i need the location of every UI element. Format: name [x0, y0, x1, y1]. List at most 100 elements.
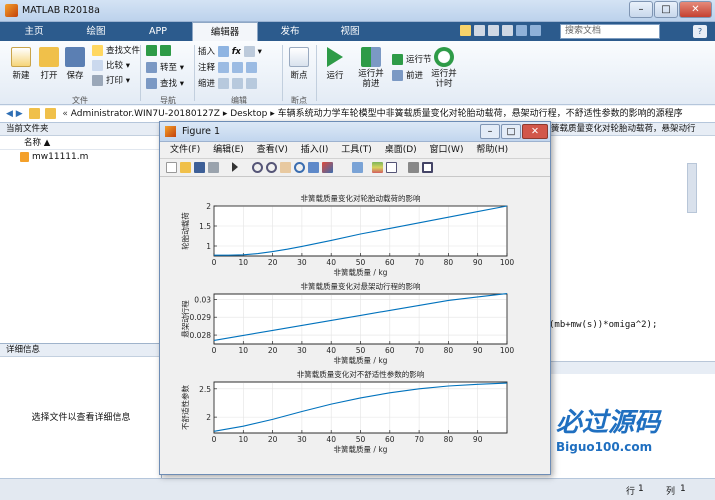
- find-label: 查找: [160, 79, 178, 89]
- minimize-button[interactable]: –: [629, 1, 653, 18]
- path-segment[interactable]: Desktop: [230, 109, 267, 119]
- hide-plot-tools-icon[interactable]: [408, 162, 419, 173]
- ribbon-separator: [316, 45, 317, 101]
- run-button[interactable]: 运行: [321, 47, 349, 81]
- cut-icon[interactable]: [474, 25, 485, 36]
- menu-window[interactable]: 窗口(W): [430, 145, 464, 155]
- redo-icon[interactable]: [530, 25, 541, 36]
- name-column-header[interactable]: 名称 ▲: [0, 136, 161, 150]
- x-axis-label: 非簧载质量 / kg: [334, 444, 388, 454]
- print-figure-icon[interactable]: [208, 162, 219, 173]
- open-file-icon[interactable]: [180, 162, 191, 173]
- decrease-indent-icon[interactable]: [245, 78, 257, 89]
- insert-label: 插入: [198, 47, 216, 57]
- tab-view[interactable]: 视图: [322, 22, 378, 41]
- quick-access-toolbar: [460, 25, 550, 38]
- copy-icon[interactable]: [488, 25, 499, 36]
- up-folder-icon[interactable]: [28, 108, 40, 119]
- ribbon-separator: [140, 45, 141, 101]
- open-label: 打开: [40, 71, 58, 81]
- maximize-button[interactable]: □: [654, 1, 678, 18]
- find-button[interactable]: 查找 ▾: [146, 77, 190, 89]
- insert-legend-icon[interactable]: [386, 162, 397, 173]
- editor-scrollbar-thumb[interactable]: [687, 163, 697, 213]
- zoom-out-icon[interactable]: [266, 162, 277, 173]
- goto-icon: [146, 62, 157, 73]
- save-icon[interactable]: [460, 25, 471, 36]
- nav-back-icon[interactable]: ◀: [6, 109, 13, 119]
- figure-close-button[interactable]: ✕: [522, 124, 548, 139]
- comment-row[interactable]: 注释: [198, 61, 282, 73]
- tab-publish[interactable]: 发布: [262, 22, 318, 41]
- figure-minimize-button[interactable]: –: [480, 124, 500, 139]
- paste-icon[interactable]: [502, 25, 513, 36]
- x-tick-label: 40: [326, 346, 336, 355]
- group-navigate: 导航: [160, 96, 176, 105]
- run-advance-button[interactable]: 运行并 前进: [355, 47, 387, 89]
- pan-icon[interactable]: [280, 162, 291, 173]
- menu-insert[interactable]: 插入(I): [301, 145, 329, 155]
- file-list-item[interactable]: mw11111.m: [0, 150, 161, 164]
- menu-tools[interactable]: 工具(T): [341, 145, 372, 155]
- goto-button[interactable]: 转至 ▾: [146, 61, 190, 73]
- x-tick-label: 80: [444, 346, 454, 355]
- nav-forward-icon[interactable]: ▶: [16, 109, 23, 119]
- name-column-label: 名称 ▲: [24, 138, 51, 148]
- tab-apps[interactable]: APP: [130, 22, 186, 41]
- indent-row[interactable]: 缩进: [198, 77, 282, 89]
- menu-view[interactable]: 查看(V): [257, 145, 288, 155]
- close-button[interactable]: ✕: [679, 1, 712, 18]
- figure-toolbar: [160, 159, 550, 177]
- advance-button[interactable]: 前进: [392, 69, 432, 81]
- print-button[interactable]: 打印 ▾: [92, 74, 152, 86]
- back-icon[interactable]: [146, 45, 157, 56]
- figure-maximize-button[interactable]: □: [501, 124, 521, 139]
- menu-file[interactable]: 文件(F): [170, 145, 200, 155]
- help-icon[interactable]: ?: [693, 25, 707, 38]
- fx-icon[interactable]: fx: [232, 47, 241, 57]
- menu-desktop[interactable]: 桌面(D): [385, 145, 417, 155]
- browse-folder-icon[interactable]: [45, 108, 57, 119]
- menu-help[interactable]: 帮助(H): [476, 145, 508, 155]
- data-cursor-icon[interactable]: [308, 162, 319, 173]
- insert-section-icon[interactable]: [217, 46, 229, 57]
- line-label: 行: [626, 487, 636, 497]
- code-fragment: (mb+mw(s))*omiga^2);: [549, 320, 658, 330]
- tab-home[interactable]: 主页: [8, 22, 60, 41]
- uncomment-icon[interactable]: [231, 62, 243, 73]
- zoom-in-icon[interactable]: [252, 162, 263, 173]
- insert-colorbar-icon[interactable]: [372, 162, 383, 173]
- back-forward-buttons[interactable]: [146, 45, 186, 56]
- new-button[interactable]: 新建: [6, 47, 36, 81]
- y-tick-label: 0.028: [190, 331, 212, 340]
- forward-icon[interactable]: [160, 45, 171, 56]
- figure-plot-area: 0 10 20 30 40 50 60 70 80 90 100 1 1.5 2 非簧载质量变化对轮胎动载荷…: [160, 179, 550, 474]
- wrap-comments-icon[interactable]: [245, 62, 257, 73]
- find-files-button[interactable]: 查找文件: [92, 44, 152, 56]
- insert-icon[interactable]: [243, 46, 255, 57]
- increase-indent-icon[interactable]: [231, 78, 243, 89]
- search-docs-input[interactable]: 搜索文档: [560, 24, 660, 39]
- run-section-button[interactable]: 运行节: [392, 53, 432, 65]
- menu-edit[interactable]: 编辑(E): [213, 145, 244, 155]
- rotate-3d-icon[interactable]: [294, 162, 305, 173]
- undo-icon[interactable]: [516, 25, 527, 36]
- show-plot-tools-icon[interactable]: [422, 162, 433, 173]
- path-segment[interactable]: Administrator.WIN7U-20180127Z: [71, 109, 220, 119]
- breakpoints-button[interactable]: 断点: [286, 47, 312, 81]
- smart-indent-icon[interactable]: [217, 78, 229, 89]
- compare-button[interactable]: 比较 ▾: [92, 59, 152, 71]
- tab-plots[interactable]: 绘图: [68, 22, 124, 41]
- save-button[interactable]: 保存: [60, 47, 90, 81]
- link-plot-icon[interactable]: [352, 162, 363, 173]
- edit-plot-icon[interactable]: [232, 162, 238, 172]
- path-segment[interactable]: 车辆系统动力学车轮模型中非簧载质量变化对轮胎动载荷，悬架动行程，不舒适性参数的影…: [278, 109, 683, 119]
- y-tick-label: 2: [206, 413, 211, 422]
- comment-icon[interactable]: [217, 62, 229, 73]
- insert-row[interactable]: 插入 fx ▾: [198, 45, 282, 57]
- new-figure-icon[interactable]: [166, 162, 177, 173]
- save-figure-icon[interactable]: [194, 162, 205, 173]
- tab-editor[interactable]: 编辑器: [192, 22, 258, 41]
- run-and-time-button[interactable]: 运行并 计时: [430, 47, 458, 89]
- brush-icon[interactable]: [322, 162, 333, 173]
